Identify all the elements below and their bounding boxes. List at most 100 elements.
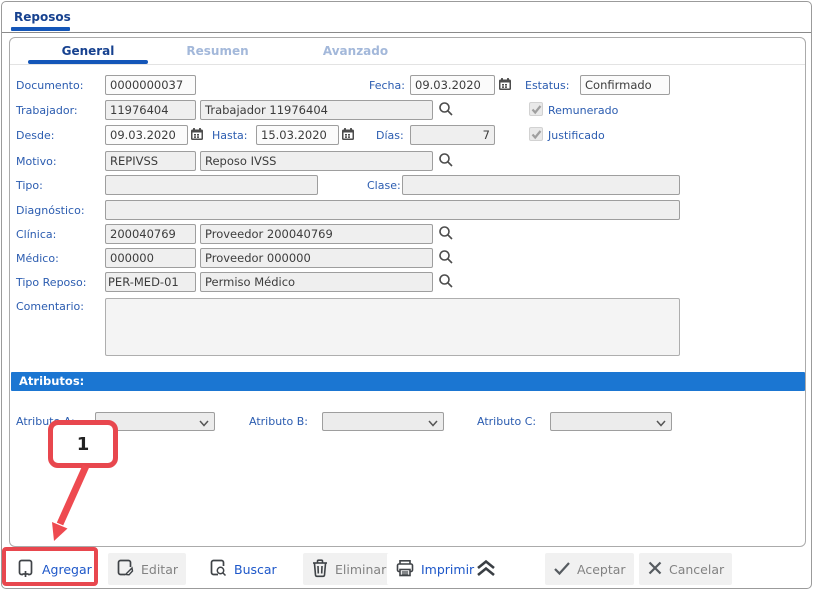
tipo-reposo-search-button[interactable] <box>437 272 455 292</box>
atributo-b-label: Atributo B: <box>249 415 308 428</box>
cancelar-label: Cancelar <box>669 561 725 577</box>
tab-avanzado[interactable]: Avanzado <box>298 44 413 58</box>
desde-label: Desde: <box>16 129 55 142</box>
calendar-icon <box>341 127 355 144</box>
clinica-code-field[interactable]: 200040769 <box>105 224 196 244</box>
add-document-icon <box>17 558 36 581</box>
desde-calendar-button[interactable] <box>188 125 206 145</box>
atributo-b-select[interactable] <box>322 412 444 431</box>
medico-name-field[interactable]: Proveedor 000000 <box>200 248 433 268</box>
chevron-down-icon <box>656 412 666 431</box>
clase-label: Clase: <box>367 179 401 192</box>
module-tab-reposos[interactable]: Reposos <box>14 10 71 24</box>
fecha-field[interactable]: 09.03.2020 <box>410 75 495 95</box>
calendar-icon <box>190 127 204 144</box>
buscar-label: Buscar <box>234 561 277 577</box>
eliminar-button[interactable]: Eliminar <box>303 553 395 585</box>
atributo-c-select[interactable] <box>550 412 672 431</box>
justificado-checkbox[interactable] <box>529 127 543 141</box>
diagnostico-label: Diagnóstico: <box>16 204 85 217</box>
clinica-search-button[interactable] <box>437 224 455 244</box>
trabajador-search-button[interactable] <box>437 100 455 120</box>
remunerado-checkbox[interactable] <box>529 102 543 116</box>
hasta-label: Hasta: <box>212 129 248 142</box>
agregar-button[interactable]: Agregar <box>9 553 100 585</box>
fecha-label: Fecha: <box>369 79 405 92</box>
desde-field[interactable]: 09.03.2020 <box>105 125 188 145</box>
atributo-c-label: Atributo C: <box>477 415 537 428</box>
clinica-label: Clínica: <box>16 228 57 241</box>
check-icon <box>553 560 571 579</box>
trabajador-code-field[interactable]: 11976404 <box>105 100 196 120</box>
clinica-name-field[interactable]: Proveedor 200040769 <box>200 224 433 244</box>
reposos-screen: Reposos General Resumen Avanzado Documen… <box>0 0 814 591</box>
search-icon <box>438 225 454 244</box>
search-icon <box>438 249 454 268</box>
close-icon <box>647 560 663 579</box>
hasta-calendar-button[interactable] <box>339 125 357 145</box>
module-tab-active-indicator <box>11 27 70 31</box>
search-document-icon <box>209 558 228 581</box>
agregar-label: Agregar <box>42 561 92 577</box>
justificado-label: Justificado <box>548 129 605 142</box>
aceptar-label: Aceptar <box>577 561 626 577</box>
documento-field[interactable]: 0000000037 <box>105 75 196 95</box>
medico-code-field[interactable]: 000000 <box>105 248 196 268</box>
edit-document-icon <box>116 558 135 581</box>
atributos-section-header: Atributos: <box>11 372 805 391</box>
motivo-name-field[interactable]: Reposo IVSS <box>200 151 433 171</box>
medico-search-button[interactable] <box>437 248 455 268</box>
trabajador-label: Trabajador: <box>16 104 78 117</box>
estatus-label: Estatus: <box>525 79 570 92</box>
search-icon <box>438 152 454 171</box>
estatus-field: Confirmado <box>580 75 670 95</box>
annotation-step-badge: 1 <box>48 420 118 468</box>
medico-label: Médico: <box>16 252 59 265</box>
double-chevron-up-icon <box>474 558 498 581</box>
tipo-reposo-label: Tipo Reposo: <box>16 276 87 289</box>
checkbox-check-icon <box>531 125 542 144</box>
dias-label: Días: <box>376 129 404 142</box>
reposos-window: Reposos General Resumen Avanzado Documen… <box>1 1 812 589</box>
chevron-down-icon <box>428 412 438 431</box>
comentario-label: Comentario: <box>16 300 84 313</box>
checkbox-check-icon <box>531 100 542 119</box>
cancelar-button[interactable]: Cancelar <box>639 553 733 585</box>
tipo-field[interactable] <box>105 175 318 195</box>
imprimir-label: Imprimir <box>421 561 475 577</box>
trash-icon <box>311 558 329 581</box>
tipo-label: Tipo: <box>16 179 43 192</box>
documento-label: Documento: <box>16 79 84 92</box>
remunerado-label: Remunerado <box>548 104 619 117</box>
motivo-label: Motivo: <box>16 155 57 168</box>
chevron-down-icon <box>199 412 209 431</box>
printer-icon <box>395 558 415 581</box>
motivo-search-button[interactable] <box>437 151 455 171</box>
clase-field[interactable] <box>402 175 680 195</box>
tipo-reposo-name-field[interactable]: Permiso Médico <box>200 272 433 292</box>
module-tab-strip: Reposos <box>2 2 811 33</box>
trabajador-name-field[interactable]: Trabajador 11976404 <box>200 100 433 120</box>
tab-bar: General Resumen Avanzado <box>10 38 805 65</box>
search-icon <box>438 273 454 292</box>
collapse-toolbar-button[interactable] <box>472 558 500 580</box>
eliminar-label: Eliminar <box>335 561 387 577</box>
tipo-reposo-code-field[interactable]: PER-MED-01 <box>105 272 196 292</box>
tab-general-indicator <box>28 60 148 64</box>
editar-label: Editar <box>141 561 179 577</box>
comentario-textarea[interactable] <box>105 298 680 356</box>
dias-field: 7 <box>410 125 495 145</box>
imprimir-button[interactable]: Imprimir <box>387 553 483 585</box>
calendar-icon <box>498 77 512 94</box>
hasta-field[interactable]: 15.03.2020 <box>256 125 339 145</box>
search-icon <box>438 101 454 120</box>
fecha-calendar-button[interactable] <box>496 75 514 95</box>
motivo-code-field[interactable]: REPIVSS <box>105 151 196 171</box>
form-panel: General Resumen Avanzado Documento: 0000… <box>9 37 806 547</box>
tab-resumen[interactable]: Resumen <box>160 44 275 58</box>
aceptar-button[interactable]: Aceptar <box>545 553 634 585</box>
editar-button[interactable]: Editar <box>108 553 187 585</box>
diagnostico-field[interactable] <box>105 200 680 220</box>
buscar-button[interactable]: Buscar <box>201 553 285 585</box>
tab-general[interactable]: General <box>28 44 148 58</box>
